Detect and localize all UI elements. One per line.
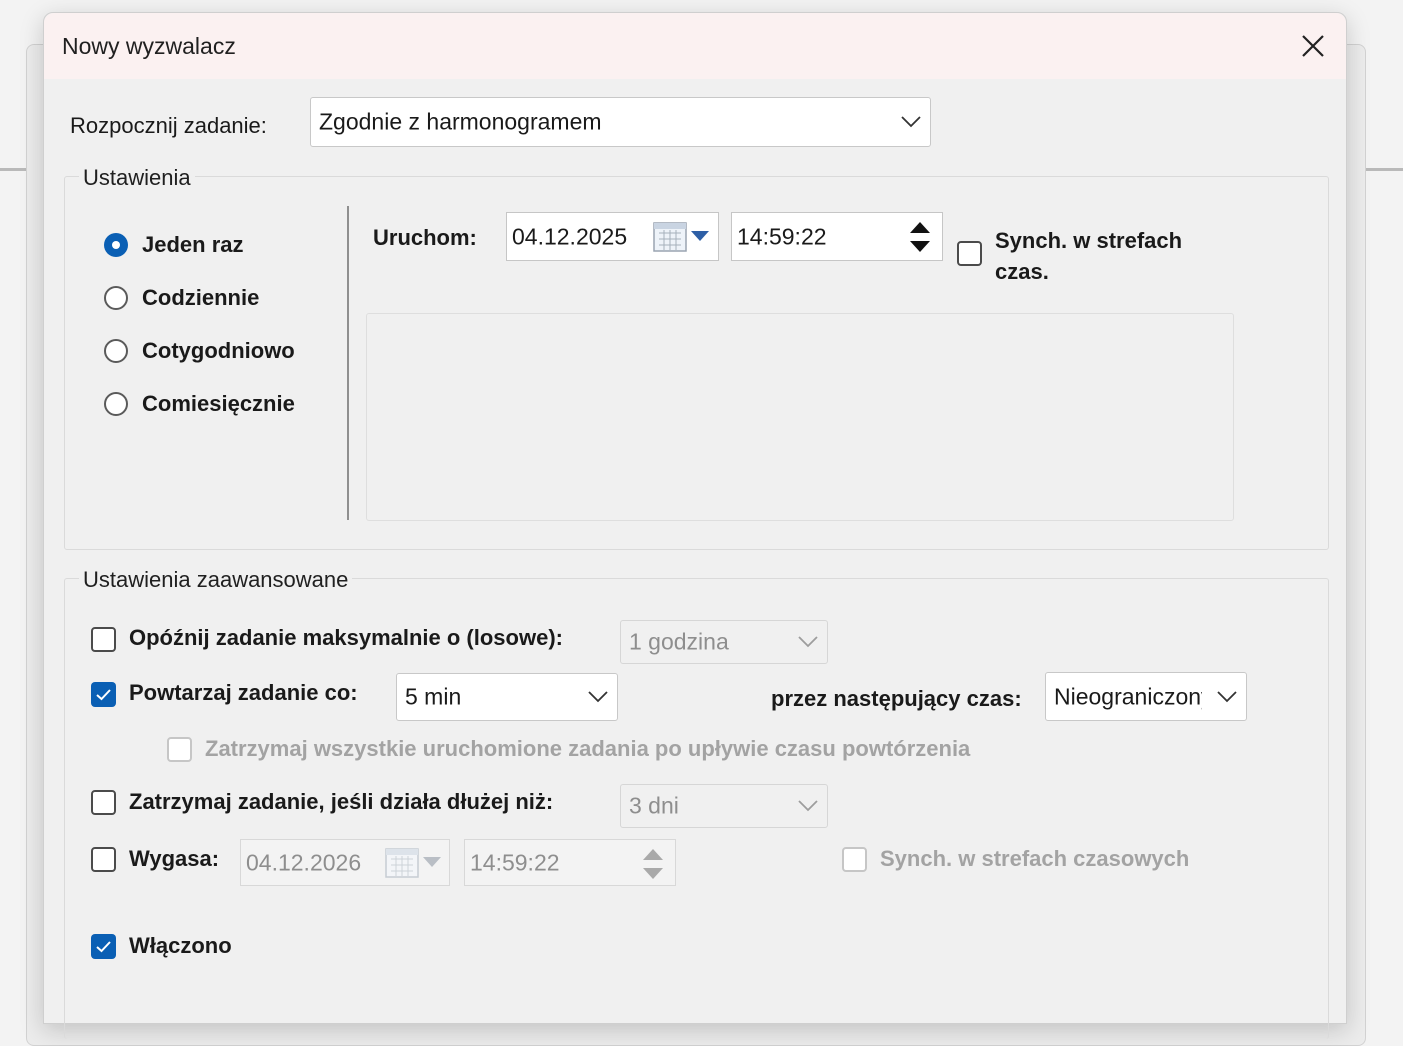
start-time-value: 14:59:22 [737,223,827,249]
settings-title: Ustawienia [79,165,195,191]
chevron-down-icon [1217,690,1237,702]
stop-longer-value: 3 dni [629,792,679,819]
delay-label: Opóźnij zadanie maksymalnie o (losowe): [129,625,563,650]
repeat-duration-label: przez następujący czas: [771,686,1022,711]
expire-checkbox[interactable] [91,847,116,872]
radio-weekly-label: Cotygodniowo [142,338,295,363]
radio-once-label: Jeden raz [142,232,244,257]
expire-sync-checkbox[interactable] [842,847,867,872]
start-task-value: Zgodnie z harmonogramem [319,108,602,135]
radio-once[interactable] [104,233,128,257]
delay-checkbox[interactable] [91,627,116,652]
start-sync-label: Synch. w strefach czas. [995,228,1183,284]
expire-label: Wygasa: [129,846,220,871]
chevron-down-icon [798,800,818,812]
advanced-settings-title: Ustawienia zaawansowane [79,567,353,593]
stop-longer-checkbox[interactable] [91,790,116,815]
start-date-value: 04.12.2025 [512,223,628,249]
start-label: Uruchom: [373,225,477,250]
start-task-label: Rozpocznij zadanie: [70,113,267,138]
checkmark-icon [96,941,111,953]
new-trigger-dialog: Nowy wyzwalacz Rozpocznij zadanie: Zgodn… [43,12,1347,1039]
stop-all-checkbox[interactable] [167,737,192,762]
start-date-picker[interactable]: 04.12.2025 [506,212,719,261]
repeat-duration-dropdown[interactable]: Nieograniczony [1045,672,1247,721]
time-spinner-icon[interactable] [639,844,667,884]
start-time-field[interactable]: 14:59:22 [731,212,943,261]
radio-weekly[interactable] [104,339,128,363]
stop-longer-label: Zatrzymaj zadanie, jeśli działa dłużej n… [129,789,554,814]
enabled-checkbox[interactable] [91,934,116,959]
start-sync-checkbox[interactable] [957,241,982,266]
delay-dropdown[interactable]: 1 godzina [620,620,828,664]
vertical-separator [347,206,349,520]
chevron-down-icon [798,636,818,648]
delay-value: 1 godzina [629,628,729,655]
start-task-dropdown[interactable]: Zgodnie z harmonogramem [310,97,931,147]
expire-time-field[interactable]: 14:59:22 [464,839,676,886]
repeat-label: Powtarzaj zadanie co: [129,680,358,705]
radio-daily[interactable] [104,286,128,310]
enabled-label: Włączono [129,933,232,958]
chevron-down-icon [588,691,608,703]
time-spinner-icon[interactable] [906,217,934,257]
radio-daily-label: Codziennie [142,285,260,310]
expire-date-picker[interactable]: 04.12.2026 [240,839,450,886]
stop-all-label: Zatrzymaj wszystkie uruchomione zadania … [205,736,971,761]
expire-time-value: 14:59:22 [470,849,560,875]
chevron-down-icon [901,116,921,128]
calendar-icon[interactable] [653,221,715,253]
close-button[interactable] [1280,13,1346,79]
title-bar: Nowy wyzwalacz [44,13,1346,79]
repeat-duration-value: Nieograniczony [1054,683,1202,709]
expire-sync-label: Synch. w strefach czasowych [880,846,1190,871]
expire-date-value: 04.12.2026 [246,849,362,875]
radio-monthly[interactable] [104,392,128,416]
repeat-interval-value: 5 min [405,683,462,710]
calendar-icon[interactable] [385,847,447,879]
dialog-title: Nowy wyzwalacz [62,33,236,59]
background-divider-right [1361,168,1403,171]
close-icon [1302,35,1324,57]
repeat-checkbox[interactable] [91,682,116,707]
schedule-details-panel [366,313,1234,521]
checkmark-icon [96,689,111,701]
stop-longer-dropdown[interactable]: 3 dni [620,784,828,828]
repeat-interval-dropdown[interactable]: 5 min [396,673,618,721]
radio-monthly-label: Comiesięcznie [142,391,295,416]
